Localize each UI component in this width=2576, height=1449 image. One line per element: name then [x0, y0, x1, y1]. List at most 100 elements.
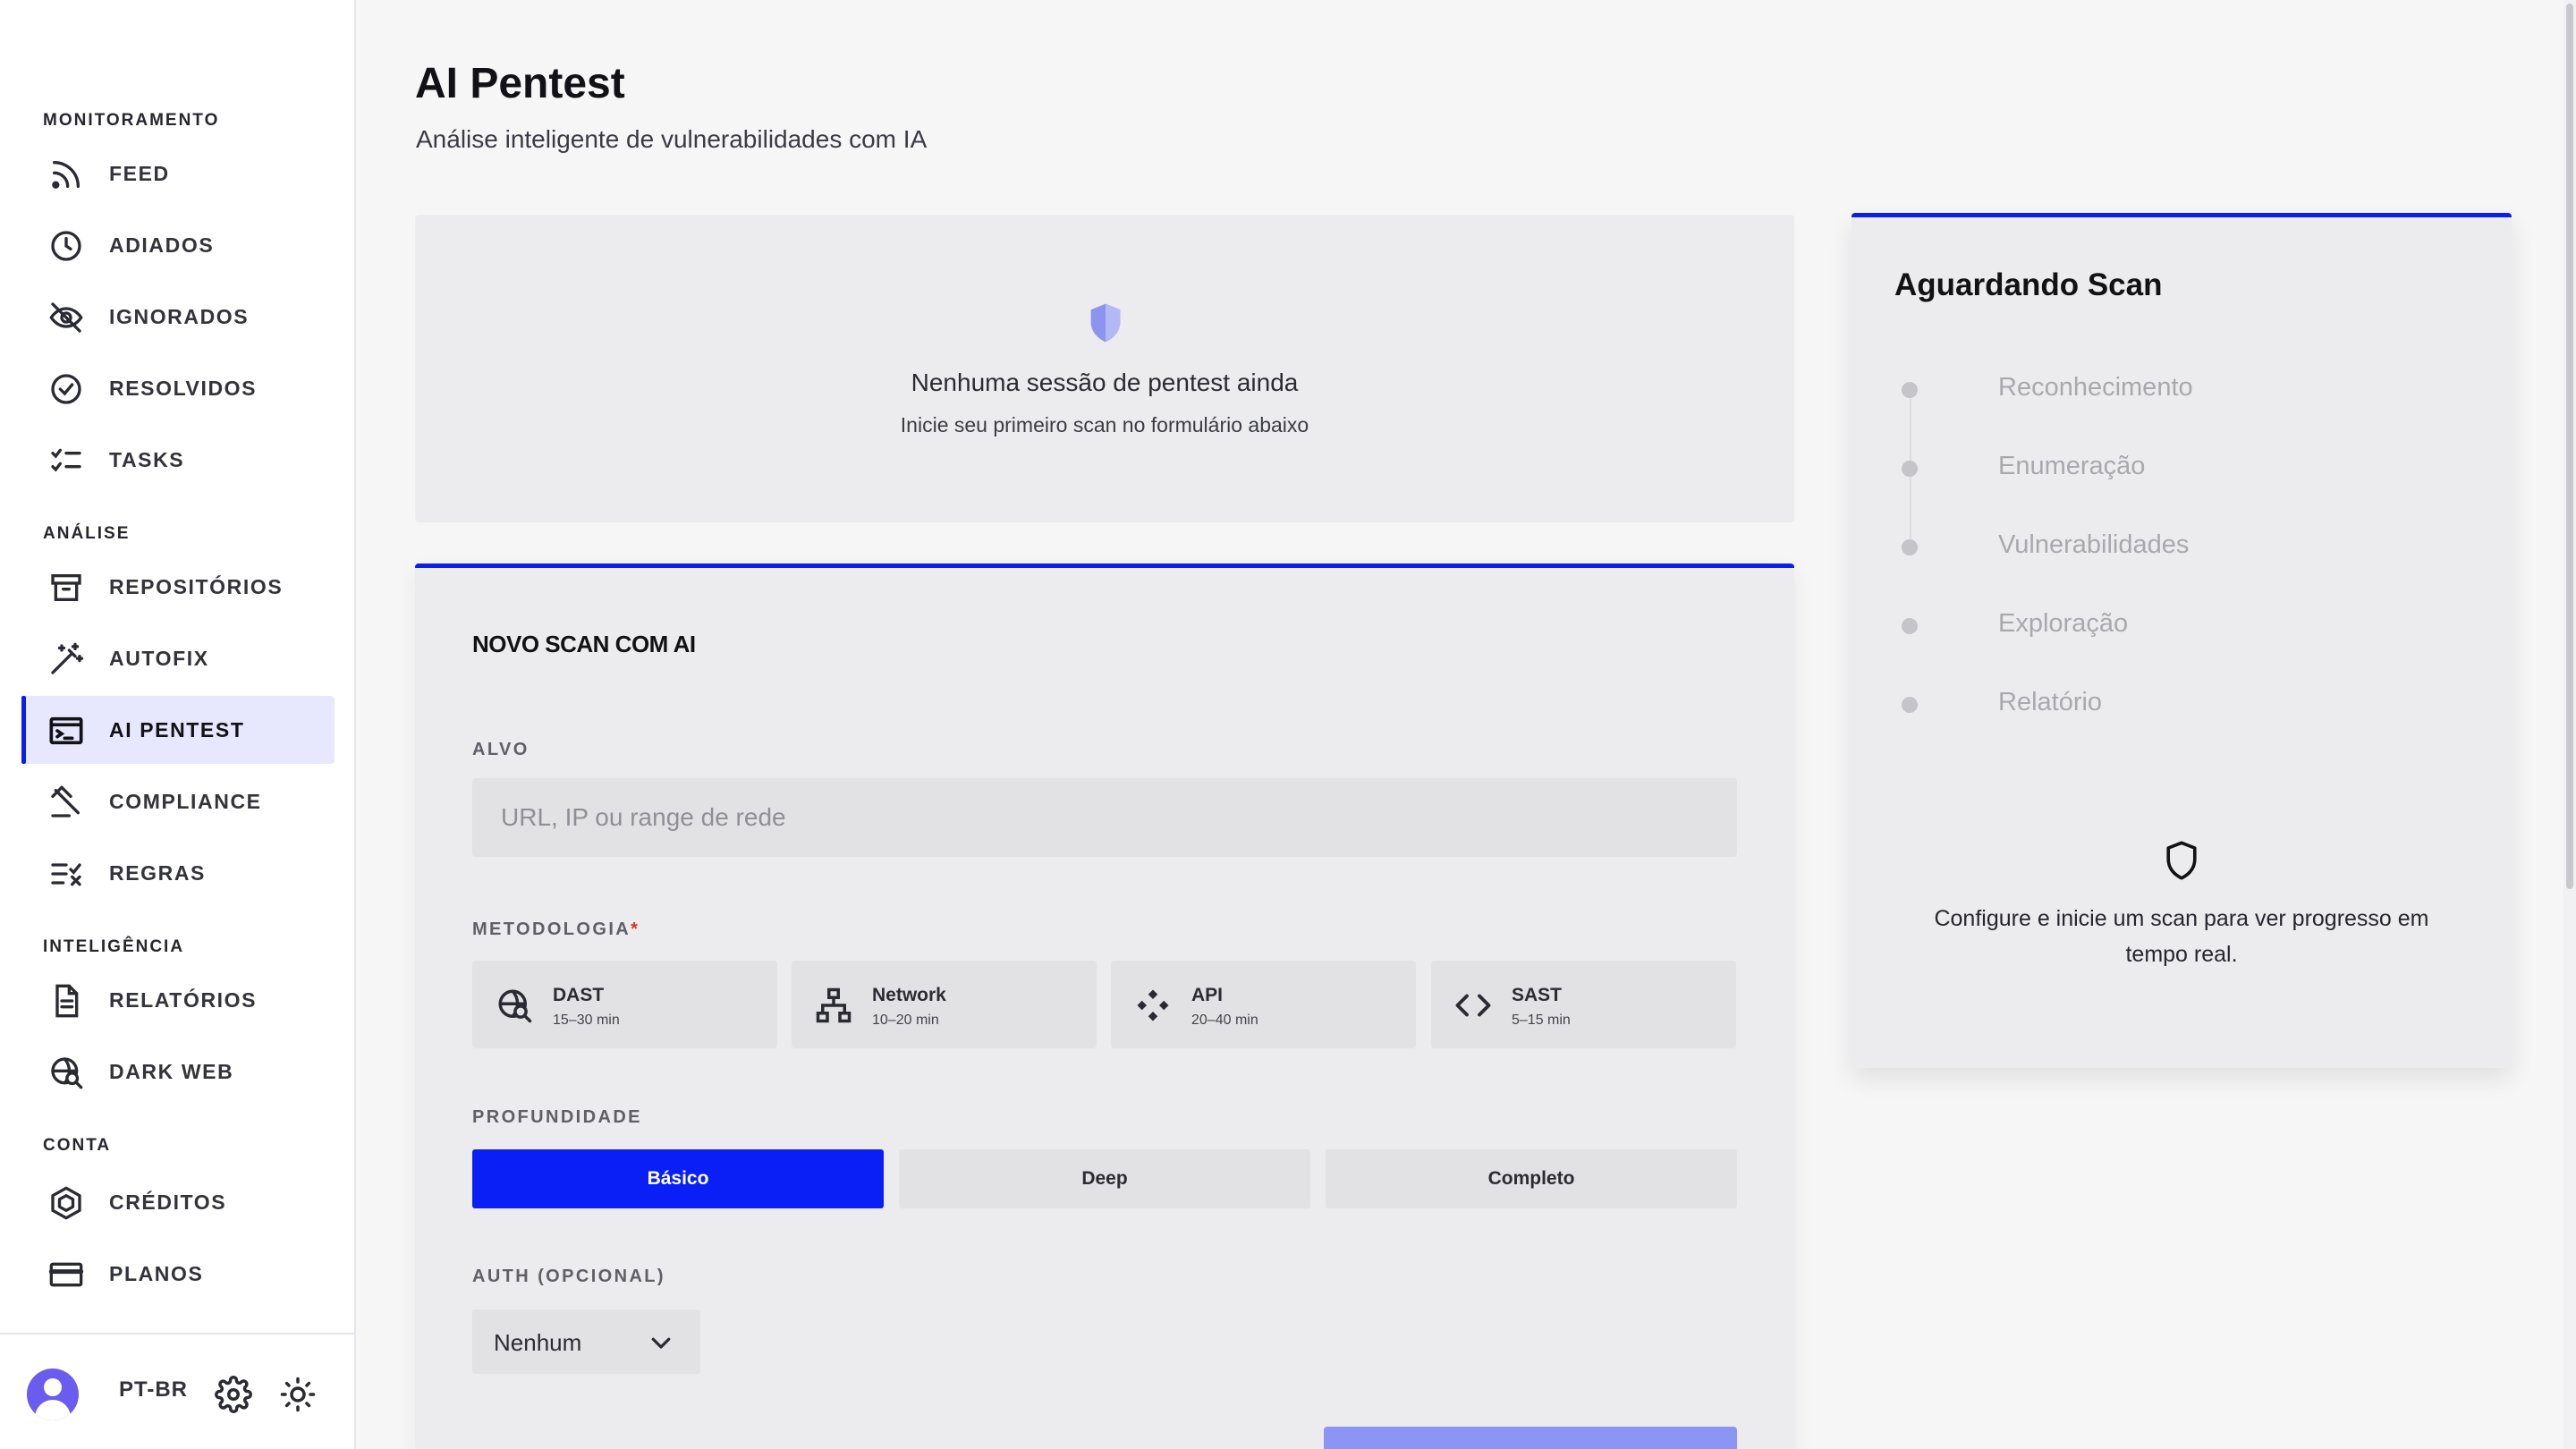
methodology-name: Network	[872, 985, 946, 1005]
page-scrollbar[interactable]	[2563, 0, 2576, 1449]
code-icon	[1454, 987, 1492, 1024]
section-title-analise: ANÁLISE	[43, 524, 131, 543]
sidebar: MONITORAMENTO FEED ADIADOS IGNORADOS RES…	[0, 0, 356, 1449]
step-label: Exploração	[1998, 609, 2129, 638]
auth-select[interactable]: Nenhum	[472, 1309, 700, 1374]
empty-sessions-card: Nenhuma sessão de pentest ainda Inicie s…	[415, 215, 1794, 522]
sidebar-item-autofix[interactable]: AUTOFIX	[21, 624, 335, 692]
new-scan-form: NOVO SCAN COM AI ALVO METODOLOGIA* DAST …	[415, 564, 1794, 1449]
sidebar-item-label: DARK WEB	[109, 1060, 234, 1083]
sidebar-item-feed[interactable]: FEED	[21, 140, 335, 208]
sidebar-item-label: IGNORADOS	[109, 305, 250, 328]
sidebar-item-label: AI PENTEST	[109, 718, 245, 741]
empty-state-subtitle: Inicie seu primeiro scan no formulário a…	[900, 413, 1309, 436]
section-title-inteligencia: INTELIGÊNCIA	[43, 937, 185, 956]
clock-icon	[48, 228, 84, 264]
user-avatar-icon[interactable]	[27, 1368, 79, 1420]
sidebar-item-label: COMPLIANCE	[109, 790, 262, 813]
start-scan-button[interactable]	[1324, 1427, 1737, 1449]
step-dot	[1902, 461, 1918, 477]
sidebar-item-resolvidos[interactable]: RESOLVIDOS	[21, 354, 335, 422]
magic-wand-icon	[48, 641, 84, 677]
form-title: NOVO SCAN COM AI	[472, 631, 696, 657]
app-root: MONITORAMENTO FEED ADIADOS IGNORADOS RES…	[0, 0, 2576, 1449]
target-input[interactable]	[472, 778, 1737, 857]
empty-state-title: Nenhuma sessão de pentest ainda	[911, 369, 1299, 396]
step-dot	[1902, 382, 1918, 398]
shield-icon	[1090, 303, 1121, 343]
sidebar-item-relatorios[interactable]: RELATÓRIOS	[21, 966, 335, 1034]
sidebar-item-ignorados[interactable]: IGNORADOS	[21, 283, 335, 351]
step-dot	[1902, 697, 1918, 713]
sidebar-item-label: TASKS	[109, 448, 185, 471]
terminal-icon	[48, 713, 84, 749]
methodology-name: SAST	[1512, 985, 1563, 1005]
auth-select-value: Nenhum	[494, 1329, 582, 1356]
credit-card-icon	[48, 1257, 84, 1292]
sidebar-item-label: AUTOFIX	[109, 647, 209, 670]
shield-outline-icon	[2166, 841, 2197, 880]
methodology-time: 5–15 min	[1512, 1013, 1571, 1028]
sidebar-item-label: RESOLVIDOS	[109, 377, 258, 400]
archive-icon	[48, 570, 84, 606]
sidebar-item-creditos[interactable]: CRÉDITOS	[21, 1168, 335, 1236]
sidebar-item-label: REGRAS	[109, 861, 207, 885]
progress-title: Aguardando Scan	[1894, 267, 2163, 302]
methodology-time: 10–20 min	[872, 1013, 939, 1028]
sidebar-item-label: PLANOS	[109, 1262, 204, 1285]
step-label: Enumeração	[1998, 452, 2146, 480]
scrollbar-thumb[interactable]	[2566, 4, 2573, 889]
check-circle-icon	[48, 371, 84, 407]
page-title: AI Pentest	[415, 60, 625, 107]
step-label: Vulnerabilidades	[1998, 530, 2190, 559]
depth-option-deep[interactable]: Deep	[899, 1149, 1310, 1208]
methodology-option-api[interactable]: API 20–40 min	[1111, 961, 1416, 1048]
required-mark: *	[631, 919, 640, 939]
sidebar-item-regras[interactable]: REGRAS	[21, 839, 335, 907]
sidebar-item-compliance[interactable]: COMPLIANCE	[21, 767, 335, 835]
sidebar-item-ai-pentest[interactable]: AI PENTEST	[21, 696, 335, 764]
sidebar-item-repositorios[interactable]: REPOSITÓRIOS	[21, 553, 335, 621]
methodology-time: 20–40 min	[1191, 1013, 1258, 1028]
sidebar-item-tasks[interactable]: TASKS	[21, 426, 335, 494]
sidebar-item-label: REPOSITÓRIOS	[109, 575, 284, 598]
gear-icon[interactable]	[215, 1376, 252, 1413]
scan-progress-card: Aguardando Scan Reconhecimento Enumeraçã…	[1852, 213, 2512, 1068]
globe-search-icon	[48, 1055, 84, 1090]
api-icon	[1134, 987, 1172, 1024]
target-label: ALVO	[472, 740, 530, 759]
sidebar-item-dark-web[interactable]: DARK WEB	[21, 1038, 335, 1106]
step-dot	[1902, 539, 1918, 555]
rules-icon	[48, 856, 84, 892]
sidebar-item-adiados[interactable]: ADIADOS	[21, 211, 335, 279]
depth-option-basico[interactable]: Básico	[472, 1149, 884, 1208]
section-title-monitoramento: MONITORAMENTO	[43, 111, 220, 130]
sun-icon[interactable]	[279, 1376, 317, 1413]
methodology-name: API	[1191, 985, 1224, 1005]
auth-label: AUTH (OPCIONAL)	[472, 1267, 665, 1286]
network-icon	[815, 987, 852, 1024]
sidebar-item-label: ADIADOS	[109, 233, 215, 257]
rss-icon	[48, 157, 84, 192]
depth-label: PROFUNDIDADE	[472, 1107, 642, 1127]
sidebar-item-planos[interactable]: PLANOS	[21, 1240, 335, 1308]
progress-message: Configure e inicie um scan para ver prog…	[1934, 906, 2429, 967]
chevron-down-icon	[651, 1337, 671, 1349]
sidebar-item-label: CRÉDITOS	[109, 1191, 227, 1214]
methodology-option-dast[interactable]: DAST 15–30 min	[472, 961, 777, 1048]
document-icon	[48, 983, 84, 1019]
sidebar-footer: PT-BR	[0, 1333, 356, 1449]
methodology-option-network[interactable]: Network 10–20 min	[792, 961, 1097, 1048]
methodology-label: METODOLOGIA*	[472, 919, 640, 939]
page-subtitle: Análise inteligente de vulnerabilidades …	[416, 125, 928, 153]
methodology-name: DAST	[553, 985, 605, 1005]
step-label: Reconhecimento	[1998, 373, 2193, 402]
globe-search-icon	[496, 987, 533, 1024]
depth-option-completo[interactable]: Completo	[1326, 1149, 1737, 1208]
sidebar-item-label: RELATÓRIOS	[109, 988, 258, 1012]
step-dot	[1902, 618, 1918, 634]
methodology-time: 15–30 min	[553, 1013, 620, 1028]
language-switch[interactable]: PT-BR	[119, 1377, 188, 1402]
methodology-option-sast[interactable]: SAST 5–15 min	[1431, 961, 1736, 1048]
gavel-icon	[48, 784, 84, 820]
